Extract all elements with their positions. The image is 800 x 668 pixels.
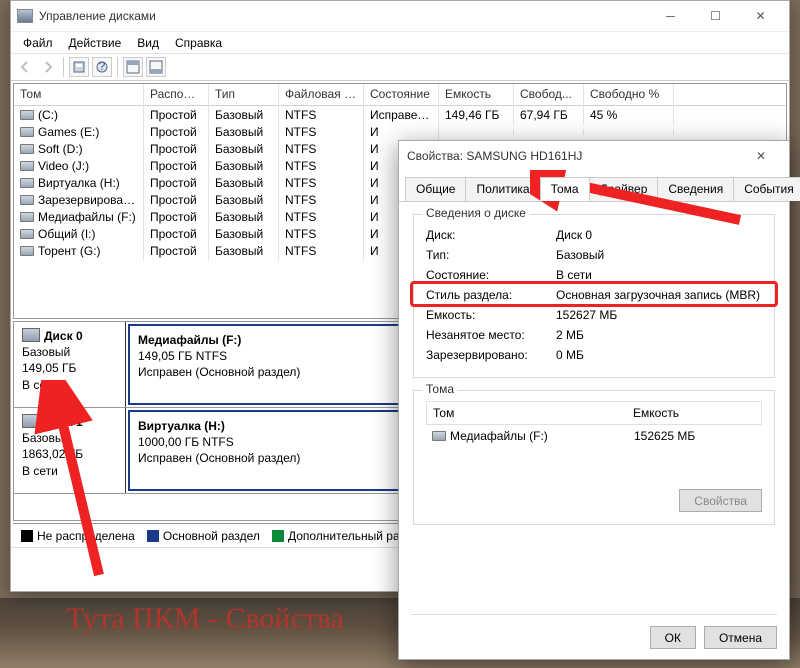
toolbar: ? xyxy=(11,53,789,81)
drive-icon xyxy=(20,178,34,188)
maximize-button[interactable]: ☐ xyxy=(693,2,738,30)
drive-icon xyxy=(20,246,34,256)
volume-properties-button: Свойства xyxy=(679,489,762,512)
disk-info-row: Тип:Базовый xyxy=(426,245,762,265)
tab-driver[interactable]: Драйвер xyxy=(589,177,659,201)
properties-dialog: Свойства: SAMSUNG HD161HJ ✕ Общие Полити… xyxy=(398,140,790,660)
window-title: Управление дисками xyxy=(39,9,648,23)
volumes-list-header[interactable]: Том Емкость xyxy=(426,401,762,425)
legend-unallocated: Не распределена xyxy=(37,529,135,543)
disk-info-row: Зарезервировано:0 МБ xyxy=(426,345,762,365)
th-fs[interactable]: Файловая с... xyxy=(279,84,364,105)
annotation-caption: Тута ПКМ - Свойства xyxy=(66,602,344,636)
drive-icon xyxy=(20,195,34,205)
th-free[interactable]: Свобод... xyxy=(514,84,584,105)
drive-icon xyxy=(432,431,446,441)
disk-info-row: Емкость:152627 МБ xyxy=(426,305,762,325)
legend-primary: Основной раздел xyxy=(163,529,260,543)
tool-refresh[interactable] xyxy=(69,57,89,77)
tool-list-bottom[interactable] xyxy=(146,57,166,77)
volume-row[interactable]: Медиафайлы (F:) 152625 МБ xyxy=(426,425,762,447)
table-header[interactable]: Том Располо... Тип Файловая с... Состоян… xyxy=(14,84,786,106)
tool-help[interactable]: ? xyxy=(92,57,112,77)
drive-icon xyxy=(20,212,34,222)
table-row[interactable]: (C:)ПростойБазовыйNTFSИсправен...149,46 … xyxy=(14,106,786,123)
th-volume[interactable]: Том xyxy=(14,84,144,105)
tool-forward xyxy=(38,57,58,77)
disk-info-row: Незанятое место:2 МБ xyxy=(426,325,762,345)
highlight-partition-style xyxy=(410,281,778,307)
th-pct[interactable]: Свободно % xyxy=(584,84,674,105)
tab-general[interactable]: Общие xyxy=(405,177,466,201)
legend-extended: Дополнительный разд xyxy=(288,529,412,543)
table-row[interactable]: Games (E:)ПростойБазовыйNTFSИ xyxy=(14,123,786,140)
group-title-diskinfo: Сведения о диске xyxy=(422,206,530,220)
tab-events[interactable]: События xyxy=(733,177,800,201)
vh-volume[interactable]: Том xyxy=(427,403,627,423)
titlebar[interactable]: Управление дисками ─ ☐ ✕ xyxy=(11,1,789,31)
vol-cap: 152625 МБ xyxy=(634,429,695,443)
menu-help[interactable]: Справка xyxy=(169,34,228,52)
tool-back xyxy=(15,57,35,77)
menu-action[interactable]: Действие xyxy=(63,34,128,52)
th-type[interactable]: Тип xyxy=(209,84,279,105)
tool-list-top[interactable] xyxy=(123,57,143,77)
tab-details[interactable]: Сведения xyxy=(657,177,734,201)
volumes-group: Тома Том Емкость Медиафайлы (F:) 152625 … xyxy=(413,390,775,525)
disk-icon xyxy=(22,414,40,428)
group-title-volumes: Тома xyxy=(422,382,458,396)
dialog-titlebar[interactable]: Свойства: SAMSUNG HD161HJ ✕ xyxy=(399,141,789,171)
drive-icon xyxy=(20,110,34,120)
th-cap[interactable]: Емкость xyxy=(439,84,514,105)
tab-volumes[interactable]: Тома xyxy=(540,177,590,201)
menubar: Файл Действие Вид Справка xyxy=(11,31,789,53)
menu-view[interactable]: Вид xyxy=(131,34,165,52)
vol-name: Медиафайлы (F:) xyxy=(450,429,634,443)
close-button[interactable]: ✕ xyxy=(738,2,783,30)
ok-button[interactable]: ОК xyxy=(650,626,696,649)
app-icon xyxy=(17,9,33,23)
disk-info-row: Диск:Диск 0 xyxy=(426,225,762,245)
disk-header[interactable]: Диск 1Базовый1863,02 ГБВ сети xyxy=(14,408,126,493)
dialog-title: Свойства: SAMSUNG HD161HJ xyxy=(407,149,741,163)
th-layout[interactable]: Располо... xyxy=(144,84,209,105)
svg-text:?: ? xyxy=(99,60,106,73)
drive-icon xyxy=(20,127,34,137)
drive-icon xyxy=(20,161,34,171)
minimize-button[interactable]: ─ xyxy=(648,2,693,30)
drive-icon xyxy=(20,144,34,154)
tab-policy[interactable]: Политика xyxy=(465,177,540,201)
th-state[interactable]: Состояние xyxy=(364,84,439,105)
disk-header[interactable]: Диск 0Базовый149,05 ГБВ сети xyxy=(14,322,126,407)
vh-capacity[interactable]: Емкость xyxy=(627,403,685,423)
dialog-close-button[interactable]: ✕ xyxy=(741,142,781,170)
disk-icon xyxy=(22,328,40,342)
cancel-button[interactable]: Отмена xyxy=(704,626,777,649)
menu-file[interactable]: Файл xyxy=(17,34,59,52)
disk-info-group: Сведения о диске Диск:Диск 0Тип:БазовыйС… xyxy=(413,214,775,378)
drive-icon xyxy=(20,229,34,239)
dialog-tabs: Общие Политика Тома Драйвер Сведения Соб… xyxy=(399,171,789,202)
